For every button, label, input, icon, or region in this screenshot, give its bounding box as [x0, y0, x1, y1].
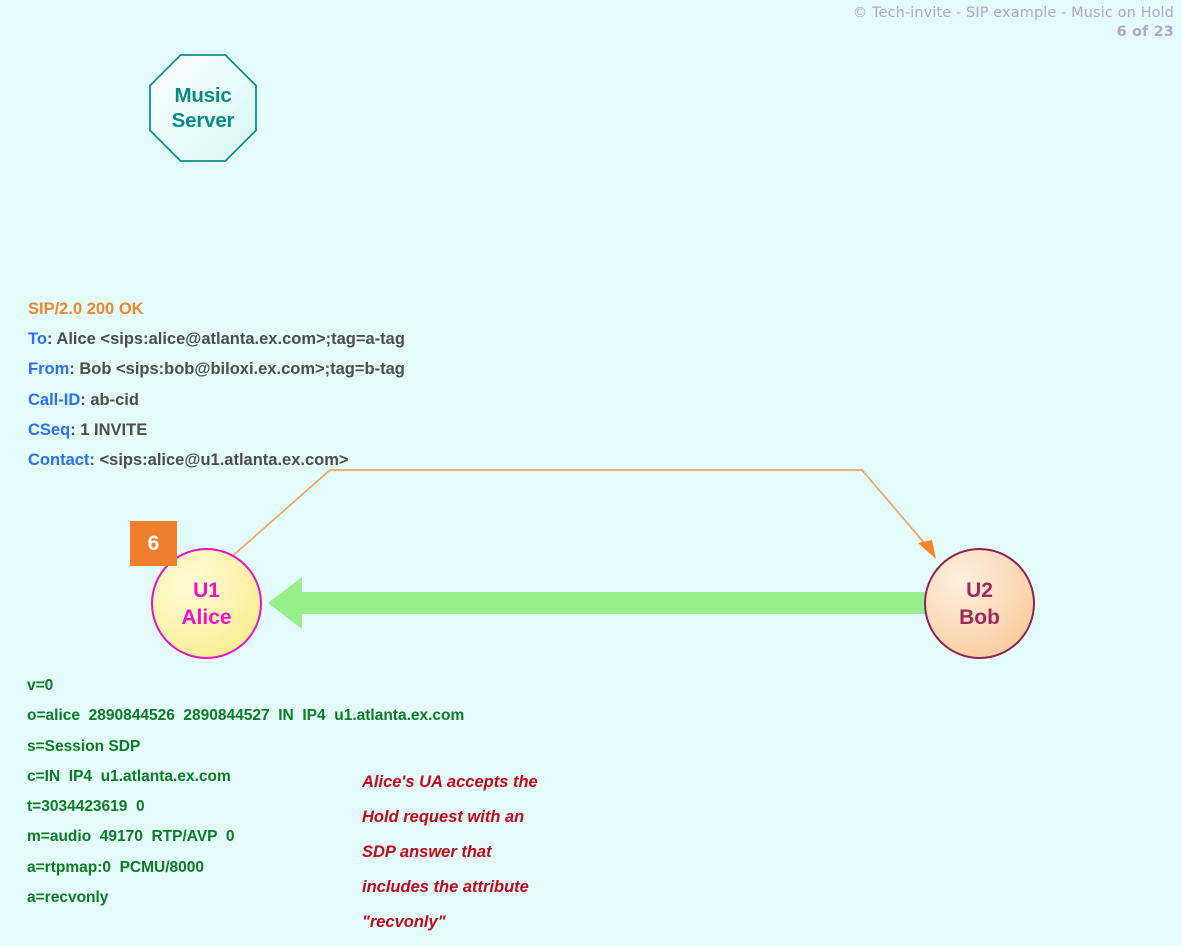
message-arrow-bob-to-alice — [268, 577, 926, 629]
alice-line2: Alice — [181, 605, 232, 629]
sip-header-value-cseq: 1 INVITE — [80, 420, 148, 439]
page-header: © Tech-invite - SIP example - Music on H… — [853, 4, 1174, 42]
annotation-line-5: "recvonly" — [362, 913, 446, 931]
music-server-line1: Music — [174, 84, 232, 107]
sip-header-name-call-id: Call-ID — [28, 390, 81, 409]
sip-header-value-from: Bob <sips:bob@biloxi.ex.com>;tag=b-tag — [79, 360, 405, 379]
annotation-note: Alice's UA accepts the Hold request with… — [362, 765, 592, 940]
diagram-canvas: © Tech-invite - SIP example - Music on H… — [0, 0, 1182, 946]
sip-header-value-to: Alice <sips:alice@atlanta.ex.com>;tag=a-… — [56, 330, 405, 349]
music-server-line2: Server — [171, 109, 235, 132]
annotation-line-3: SDP answer that — [362, 843, 492, 861]
sip-header-name-from: From — [28, 360, 70, 379]
annotation-line-1: Alice's UA accepts the — [362, 773, 538, 791]
sip-header-cseq: CSeq: 1 INVITE — [28, 420, 148, 439]
copyright-label: © Tech-invite - SIP example - Music on H… — [852, 5, 1174, 21]
sip-message-connector — [227, 469, 933, 561]
sip-header-name-to: To — [28, 330, 47, 349]
sip-header-value-contact: <sips:alice@u1.atlanta.ex.com> — [99, 451, 349, 470]
sip-status-line: SIP/2.0 200 OK — [28, 300, 144, 318]
alice-line1: U1 — [193, 578, 220, 602]
sip-header-name-contact: Contact — [28, 451, 90, 470]
music-server-label: Music Server — [149, 54, 257, 162]
sip-header-to: To: Alice <sips:alice@atlanta.ex.com>;ta… — [28, 330, 405, 349]
connector-arrowhead-icon — [918, 540, 936, 559]
page-indicator: 6 of 23 — [1116, 24, 1174, 40]
sip-header-from: From: Bob <sips:bob@biloxi.ex.com>;tag=b… — [28, 360, 405, 379]
bob-line1: U2 — [966, 578, 993, 602]
bob-line2: Bob — [959, 605, 1000, 629]
sip-message-block: SIP/2.0 200 OK To: Alice <sips:alice@atl… — [28, 294, 405, 475]
sip-header-contact: Contact: <sips:alice@u1.atlanta.ex.com> — [28, 451, 349, 470]
sip-header-name-cseq: CSeq — [28, 420, 71, 439]
music-server-node[interactable]: Music Server — [149, 54, 257, 162]
endpoint-bob[interactable]: U2 Bob — [924, 548, 1035, 659]
sip-header-call-id: Call-ID: ab-cid — [28, 390, 139, 409]
step-number-badge: 6 — [130, 521, 177, 566]
annotation-line-4: includes the attribute — [362, 878, 529, 896]
sip-header-value-call-id: ab-cid — [90, 390, 139, 409]
annotation-line-2: Hold request with an — [362, 808, 525, 826]
